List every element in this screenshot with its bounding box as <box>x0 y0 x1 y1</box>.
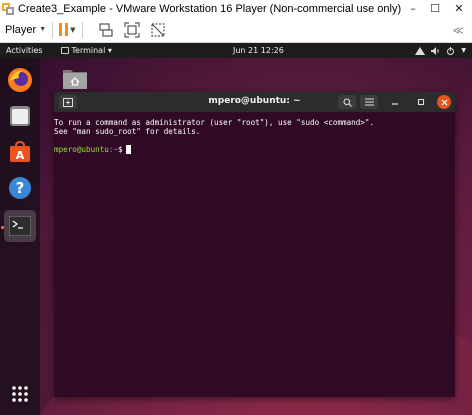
prompt-symbol: $ <box>118 145 123 154</box>
pause-button[interactable]: ▼ <box>59 23 76 36</box>
hamburger-icon <box>364 98 374 106</box>
show-applications-button[interactable] <box>4 378 36 410</box>
chevron-down-icon: ▼ <box>461 47 466 54</box>
terminal-output-line: See "man sudo_root" for details. <box>54 127 201 136</box>
help-launcher[interactable]: ? <box>4 172 36 204</box>
chevron-down-icon: ▼ <box>39 26 47 33</box>
show-apps-icon <box>12 386 28 402</box>
firefox-icon <box>8 68 32 92</box>
software-launcher[interactable]: A <box>4 136 36 168</box>
toolbar-divider <box>52 21 54 38</box>
home-folder-desktop-icon[interactable] <box>62 66 88 90</box>
active-indicator <box>1 226 4 229</box>
network-devices-icon <box>98 22 113 37</box>
app-menu-button[interactable]: Terminal ▾ <box>60 46 112 55</box>
terminal-mini-icon <box>60 47 69 54</box>
ubuntu-desktop: Activities Terminal ▾ Jun 21 12:26 ▼ A ?… <box>0 43 472 415</box>
maximize-button[interactable]: ☐ <box>424 0 446 17</box>
gnome-top-bar: Activities Terminal ▾ Jun 21 12:26 ▼ <box>0 43 472 58</box>
terminal-close-button[interactable] <box>437 95 451 109</box>
system-tray[interactable]: ▼ <box>415 43 466 58</box>
svg-text:A: A <box>16 149 25 162</box>
search-icon <box>342 97 352 107</box>
maximize-icon <box>417 98 425 106</box>
svg-text:?: ? <box>16 179 25 197</box>
terminal-output-line: To run a command as administrator (user … <box>54 118 375 127</box>
network-icon <box>415 46 426 55</box>
vmware-logo-icon <box>2 2 14 15</box>
clock[interactable]: Jun 21 12:26 <box>233 43 284 58</box>
unity-mode-button[interactable] <box>149 21 167 39</box>
help-icon: ? <box>9 177 31 199</box>
firefox-launcher[interactable] <box>4 64 36 96</box>
hamburger-menu-button[interactable] <box>360 95 378 109</box>
window-title: Create3_Example - VMware Workstation 16 … <box>18 2 402 15</box>
fullscreen-button[interactable] <box>123 21 141 39</box>
unity-icon <box>150 22 165 37</box>
files-launcher[interactable] <box>4 100 36 132</box>
text-cursor <box>125 145 131 154</box>
player-menu[interactable]: Player ▼ <box>5 24 46 36</box>
dock: A ? <box>0 58 40 415</box>
player-menu-label: Player <box>5 23 37 36</box>
search-button[interactable] <box>338 95 356 109</box>
close-icon <box>441 99 447 105</box>
volume-icon <box>431 46 440 55</box>
terminal-header-bar[interactable]: mpero@ubuntu: ~ <box>54 92 455 112</box>
terminal-icon <box>9 216 31 236</box>
home-folder-icon <box>63 70 87 89</box>
terminal-minimize-button[interactable] <box>388 95 402 109</box>
terminal-prompt: mpero@ubuntu:~ $ <box>54 145 455 154</box>
chevron-down-icon: ▼ <box>70 25 76 34</box>
power-icon <box>447 46 455 55</box>
minimize-button[interactable]: – <box>402 0 424 17</box>
software-icon: A <box>10 140 30 162</box>
terminal-launcher[interactable] <box>4 210 36 242</box>
files-icon <box>10 106 30 126</box>
window-title-bar: Create3_Example - VMware Workstation 16 … <box>0 0 472 17</box>
collapse-toolbar-button[interactable]: ≪ <box>452 17 464 43</box>
fullscreen-icon <box>123 21 140 38</box>
prompt-path: :~ <box>108 145 119 154</box>
activities-button[interactable]: Activities <box>6 46 43 55</box>
terminal-maximize-button[interactable] <box>414 95 428 109</box>
terminal-window[interactable]: mpero@ubuntu: ~ To run a command as admi… <box>54 92 455 397</box>
app-menu-label: Terminal ▾ <box>71 46 112 55</box>
toolbar-divider <box>81 21 83 38</box>
prompt-user: mpero@ubuntu <box>54 145 109 154</box>
send-ctrl-alt-del-button[interactable] <box>97 21 115 39</box>
terminal-output[interactable]: To run a command as administrator (user … <box>54 112 455 154</box>
close-button[interactable]: ✕ <box>446 0 472 17</box>
vmware-toolbar: Player ▼ ▼ ≪ <box>0 17 472 43</box>
minimize-icon <box>392 103 398 105</box>
pause-icon <box>59 23 69 36</box>
